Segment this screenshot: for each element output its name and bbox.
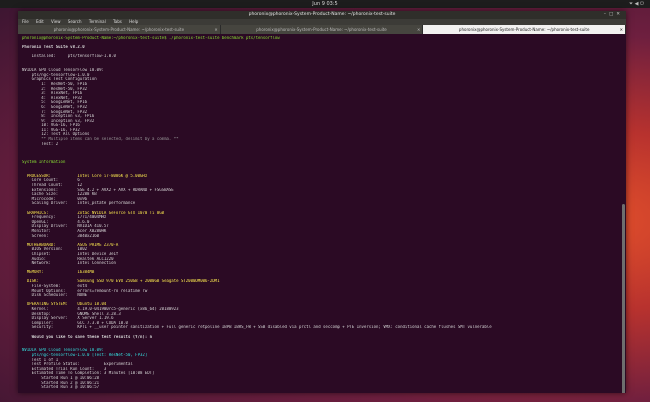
tab-label: phoronix@phoronix-System-Product-Name: ~… bbox=[53, 27, 185, 32]
scrollbar-thumb[interactable] bbox=[622, 204, 625, 393]
terminal-window: phoronix@phoronix-System-Product-Name: ~… bbox=[18, 11, 626, 393]
menu-search[interactable]: Search bbox=[68, 19, 82, 24]
terminal-tab-2[interactable]: phoronix@phoronix-System-Product-Name: ~… bbox=[220, 25, 424, 34]
terminal-output[interactable]: phoronix@phoronix-System-Product-Name:~/… bbox=[18, 34, 618, 393]
close-icon[interactable]: ✕ bbox=[616, 12, 623, 17]
menu-file[interactable]: File bbox=[22, 19, 29, 24]
window-controls: –□✕ bbox=[604, 11, 623, 19]
close-tab-icon[interactable]: ✕ bbox=[620, 25, 623, 34]
tab-label: phoronix@phoronix-System-Product-Name: ~… bbox=[256, 27, 387, 32]
tab-label: phoronix@phoronix-System-Product-Name: ~… bbox=[458, 27, 590, 32]
terminal-scrollbar[interactable] bbox=[620, 34, 626, 393]
window-title: phoronix@phoronix-System-Product-Name: ~… bbox=[248, 12, 396, 17]
close-tab-icon[interactable]: ✕ bbox=[417, 25, 420, 34]
system-tray[interactable]: ⏷ ◀ ⏻ bbox=[629, 0, 644, 8]
clock[interactable]: Jun 9 03:5 bbox=[312, 1, 337, 7]
terminal-tab-1[interactable]: phoronix@phoronix-System-Product-Name: ~… bbox=[18, 25, 221, 34]
system-top-bar: Jun 9 03:5 ⏷ ◀ ⏻ bbox=[0, 0, 650, 8]
window-titlebar[interactable]: phoronix@phoronix-System-Product-Name: ~… bbox=[18, 11, 626, 19]
terminal-line: Started Run 3 @ 10:06:57 bbox=[22, 385, 100, 390]
menu-edit[interactable]: Edit bbox=[36, 19, 44, 24]
menu-tabs[interactable]: Tabs bbox=[113, 19, 122, 24]
menu-terminal[interactable]: Terminal bbox=[89, 19, 106, 24]
menu-help[interactable]: Help bbox=[129, 19, 138, 24]
tab-bar: phoronix@phoronix-System-Product-Name: ~… bbox=[18, 25, 626, 34]
close-tab-icon[interactable]: ✕ bbox=[214, 25, 217, 34]
menu-view[interactable]: View bbox=[51, 19, 61, 24]
terminal-tab-3[interactable]: phoronix@phoronix-System-Product-Name: ~… bbox=[423, 25, 626, 34]
